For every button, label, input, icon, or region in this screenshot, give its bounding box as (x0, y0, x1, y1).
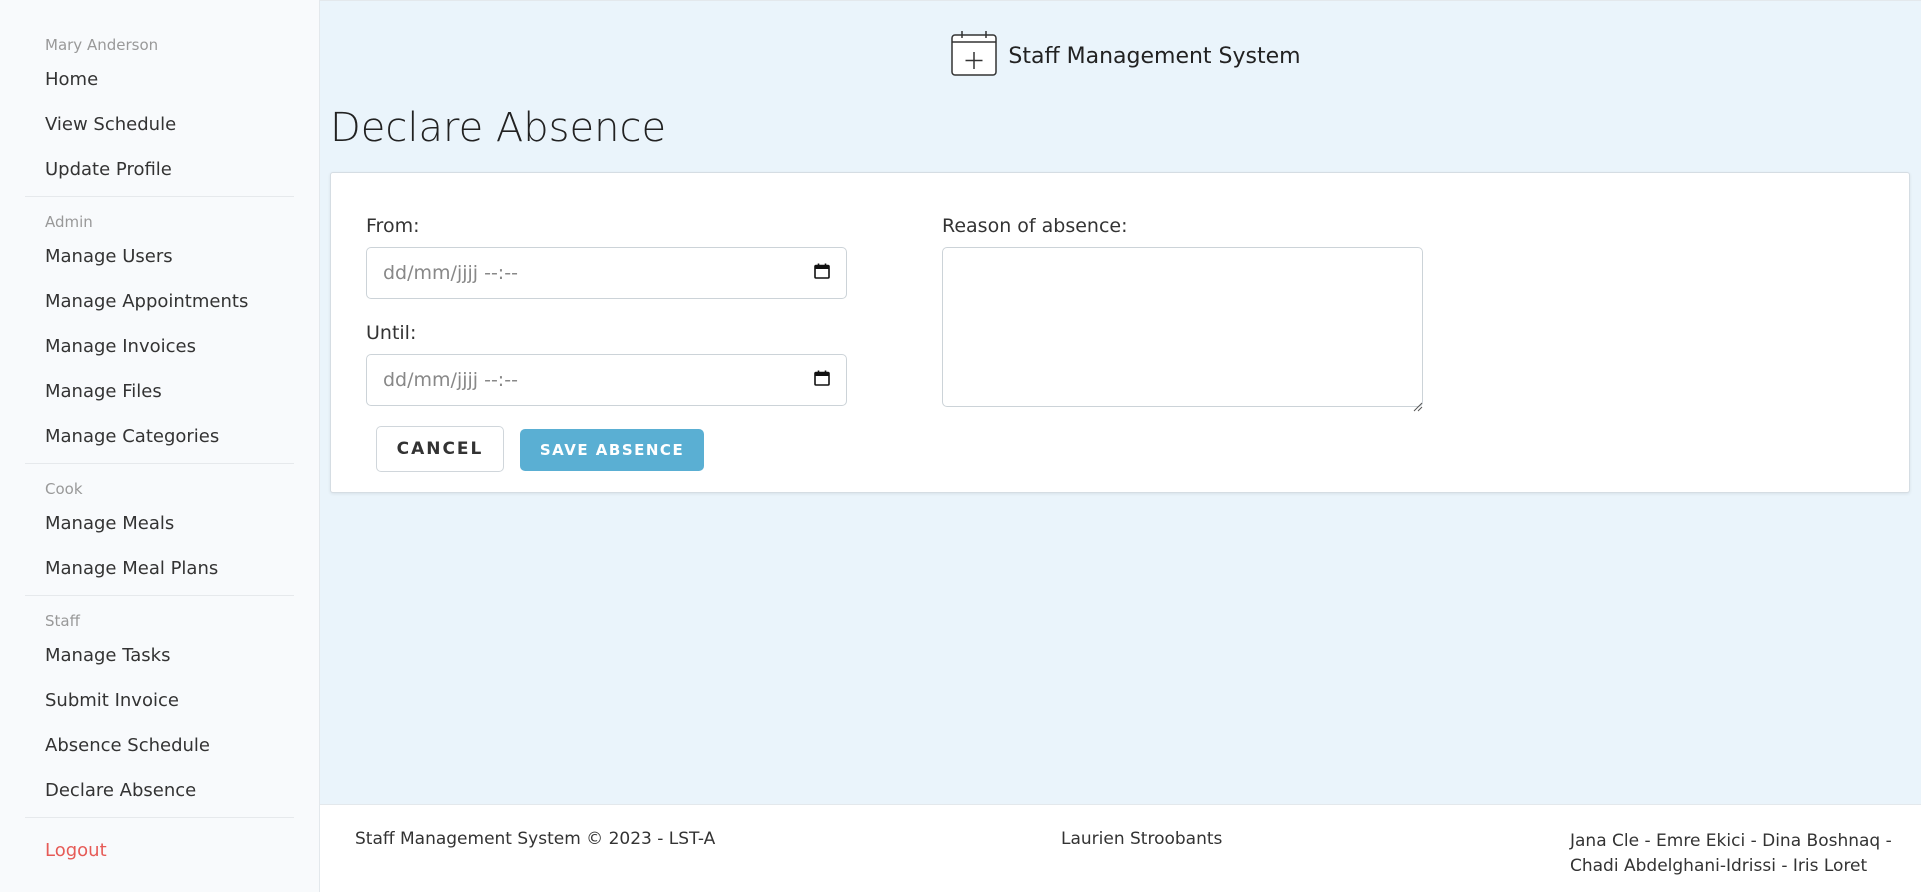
app-title: Staff Management System (1008, 43, 1301, 69)
sidebar-item-manage-categories[interactable]: Manage Categories (25, 414, 294, 459)
from-label: From: (366, 215, 420, 237)
header-brand: Staff Management System (950, 31, 1301, 81)
sidebar-item-declare-absence[interactable]: Declare Absence (25, 768, 294, 813)
cancel-button[interactable]: CANCEL (376, 426, 504, 472)
calendar-icon[interactable] (814, 262, 830, 284)
sidebar-group-cook: Cook Manage Meals Manage Meal Plans (25, 474, 294, 596)
sidebar-item-logout[interactable]: Logout (25, 828, 294, 873)
sidebar-group-user: Mary Anderson Home View Schedule Update … (25, 30, 294, 197)
reason-textarea[interactable] (942, 247, 1423, 407)
resize-handle-icon[interactable] (1413, 397, 1423, 416)
until-datetime-input[interactable]: dd/mm/jjjj --:-- (366, 354, 847, 406)
sidebar-item-absence-schedule[interactable]: Absence Schedule (25, 723, 294, 768)
sidebar-item-manage-appointments[interactable]: Manage Appointments (25, 279, 294, 324)
reason-label: Reason of absence: (942, 215, 1128, 237)
calendar-icon[interactable] (814, 369, 830, 391)
sidebar-item-submit-invoice[interactable]: Submit Invoice (25, 678, 294, 723)
sidebar-item-manage-meal-plans[interactable]: Manage Meal Plans (25, 546, 294, 591)
sidebar-item-manage-tasks[interactable]: Manage Tasks (25, 633, 294, 678)
footer-contributors: Jana Cle - Emre Ekici - Dina Boshnaq - C… (1570, 831, 1892, 876)
sidebar-section-cook: Cook (45, 480, 83, 498)
footer-author: Laurien Stroobants (1061, 829, 1223, 849)
main-content: Staff Management System Declare Absence … (320, 0, 1921, 804)
sidebar-item-manage-invoices[interactable]: Manage Invoices (25, 324, 294, 369)
from-datetime-input[interactable]: dd/mm/jjjj --:-- (366, 247, 847, 299)
sidebar-section-staff: Staff (45, 612, 80, 630)
absence-form-card: From: dd/mm/jjjj --:-- Until: dd/mm/jjjj… (330, 172, 1910, 493)
footer: Staff Management System © 2023 - LST-A L… (320, 804, 1921, 892)
sidebar-item-view-schedule[interactable]: View Schedule (25, 102, 294, 147)
page-title: Declare Absence (330, 105, 667, 151)
app-header: Staff Management System (320, 31, 1921, 81)
footer-copyright: Staff Management System © 2023 - LST-A (355, 829, 716, 849)
sidebar-user-name: Mary Anderson (45, 36, 159, 54)
sidebar-item-manage-files[interactable]: Manage Files (25, 369, 294, 414)
save-absence-button[interactable]: SAVE ABSENCE (520, 429, 704, 471)
sidebar-group-admin: Admin Manage Users Manage Appointments M… (25, 207, 294, 464)
sidebar-item-manage-meals[interactable]: Manage Meals (25, 501, 294, 546)
calendar-plus-icon (950, 31, 998, 81)
sidebar-item-home[interactable]: Home (25, 57, 294, 102)
sidebar-item-update-profile[interactable]: Update Profile (25, 147, 294, 192)
from-datetime-placeholder: dd/mm/jjjj --:-- (383, 262, 518, 284)
until-datetime-placeholder: dd/mm/jjjj --:-- (383, 369, 518, 391)
sidebar-group-staff: Staff Manage Tasks Submit Invoice Absenc… (25, 606, 294, 818)
sidebar-section-admin: Admin (45, 213, 93, 231)
until-label: Until: (366, 322, 417, 344)
sidebar-item-manage-users[interactable]: Manage Users (25, 234, 294, 279)
sidebar: Mary Anderson Home View Schedule Update … (0, 0, 320, 892)
